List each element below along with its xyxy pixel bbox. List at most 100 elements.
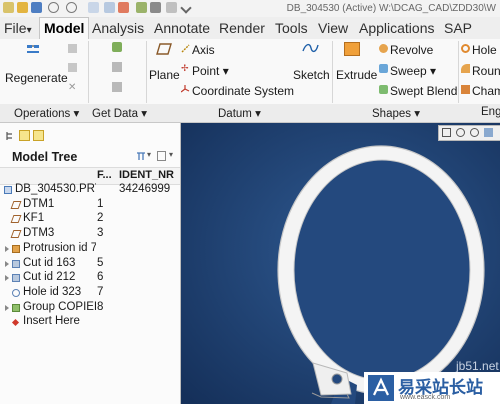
save-icon[interactable] bbox=[31, 2, 42, 13]
tab-annotate[interactable]: Annotate bbox=[154, 20, 210, 36]
regenerate-quick-icon[interactable] bbox=[88, 2, 99, 13]
coordinate-system-button[interactable]: Coordinate System bbox=[192, 84, 294, 98]
model-tree-tab-icon[interactable] bbox=[5, 131, 15, 141]
datum-plane-icon bbox=[10, 200, 22, 209]
tree-row[interactable]: Cut id 212 6 bbox=[0, 271, 180, 286]
chamfer-button[interactable]: Chamf bbox=[472, 84, 500, 98]
coordinate-system-icon[interactable] bbox=[180, 85, 190, 94]
import-icon[interactable] bbox=[112, 62, 122, 72]
new-file-icon[interactable] bbox=[3, 2, 14, 13]
tree-row[interactable]: Hole id 323 7 bbox=[0, 286, 180, 301]
swept-blend-icon[interactable] bbox=[379, 85, 388, 94]
round-icon[interactable] bbox=[461, 64, 470, 73]
tab-analysis[interactable]: Analysis bbox=[92, 20, 144, 36]
revolve-button[interactable]: Revolve bbox=[390, 43, 433, 57]
customize-chevron-icon[interactable] bbox=[180, 2, 192, 14]
round-button[interactable]: Round bbox=[472, 64, 500, 78]
regenerate-icon[interactable] bbox=[25, 42, 41, 56]
plane-icon[interactable] bbox=[156, 42, 172, 56]
tree-row[interactable]: Group COPIED 8 bbox=[0, 301, 180, 316]
get-data-group-label[interactable]: Get Data ▾ bbox=[92, 106, 147, 120]
redo-icon[interactable] bbox=[66, 2, 77, 13]
folder-browser-tab-icon[interactable] bbox=[19, 130, 30, 141]
datum-group-label[interactable]: Datum ▾ bbox=[218, 106, 261, 120]
zoom-in-icon[interactable] bbox=[456, 128, 465, 137]
tree-row-feature-number: 5 bbox=[97, 256, 104, 269]
sweep-icon[interactable] bbox=[379, 64, 388, 73]
ribbon-tab-bar: File▾ Model Analysis Annotate Render Too… bbox=[0, 17, 500, 40]
tree-row[interactable]: Protrusion id 74 bbox=[0, 242, 180, 257]
swept-blend-button[interactable]: Swept Blend bbox=[390, 84, 457, 98]
hole-icon bbox=[12, 288, 20, 297]
point-button[interactable]: Point ▾ bbox=[192, 64, 229, 78]
show-menu-chevron-icon[interactable]: ▾ bbox=[169, 150, 173, 159]
tab-applications[interactable]: Applications bbox=[359, 20, 435, 36]
expand-arrow-icon[interactable] bbox=[5, 304, 9, 311]
user-defined-feature-icon[interactable] bbox=[112, 82, 122, 92]
tree-row[interactable]: KF1 2 bbox=[0, 212, 180, 227]
operations-tool-icon[interactable] bbox=[68, 44, 77, 53]
column-header-ident-nr[interactable]: IDENT_NR bbox=[119, 169, 174, 181]
tree-row[interactable]: Insert Here bbox=[0, 315, 180, 330]
cut-icon bbox=[12, 259, 20, 268]
open-folder-icon[interactable] bbox=[17, 2, 28, 13]
shapes-group-label[interactable]: Shapes ▾ bbox=[372, 106, 420, 120]
tree-row[interactable]: DTM1 1 bbox=[0, 198, 180, 213]
tree-row[interactable]: Cut id 163 5 bbox=[0, 257, 180, 272]
tab-model[interactable]: Model bbox=[39, 17, 90, 39]
graphics-window[interactable] bbox=[181, 123, 500, 404]
hole-icon[interactable] bbox=[461, 44, 470, 53]
axis-icon[interactable] bbox=[181, 44, 190, 53]
sweep-button[interactable]: Sweep ▾ bbox=[390, 64, 436, 78]
tree-row-label: KF1 bbox=[23, 212, 45, 225]
plane-button[interactable]: Plane bbox=[149, 68, 180, 82]
expand-arrow-icon[interactable] bbox=[5, 260, 9, 267]
quick-tool-icon[interactable] bbox=[136, 2, 147, 13]
sketch-icon[interactable] bbox=[302, 42, 319, 54]
tree-row[interactable]: DTM3 3 bbox=[0, 227, 180, 242]
tree-settings-chevron-icon[interactable]: ▾ bbox=[147, 150, 151, 159]
axis-button[interactable]: Axis bbox=[192, 43, 215, 57]
ribbon-panel: Regenerate ✕ Plane Axis ✢ Point ▾ Coordi… bbox=[0, 39, 500, 105]
delete-icon[interactable]: ✕ bbox=[68, 83, 79, 93]
tab-render[interactable]: Render bbox=[219, 20, 265, 36]
operations-group-label[interactable]: Operations ▾ bbox=[14, 106, 79, 120]
quick-tool-2-icon[interactable] bbox=[150, 2, 161, 13]
favorites-tab-icon[interactable] bbox=[33, 130, 44, 141]
tree-row-label: Protrusion id 74 bbox=[23, 241, 96, 254]
zoom-out-icon[interactable] bbox=[470, 128, 479, 137]
group-separator bbox=[332, 41, 333, 103]
hole-button[interactable]: Hole bbox=[472, 43, 497, 57]
refit-icon[interactable] bbox=[442, 128, 451, 137]
quick-tool-3-icon[interactable] bbox=[166, 2, 177, 13]
tab-view[interactable]: View bbox=[318, 20, 348, 36]
tree-row[interactable]: DB_304530.PRT 34246999 bbox=[0, 183, 180, 198]
regenerate-button[interactable]: Regenerate bbox=[5, 71, 68, 85]
expand-arrow-icon[interactable] bbox=[5, 245, 9, 252]
sketch-button[interactable]: Sketch bbox=[293, 68, 330, 82]
windows-icon[interactable] bbox=[104, 2, 115, 13]
group-separator bbox=[458, 41, 459, 103]
undo-icon[interactable] bbox=[48, 2, 59, 13]
copy-icon[interactable] bbox=[68, 63, 77, 72]
revolve-icon[interactable] bbox=[379, 44, 388, 53]
chamfer-icon[interactable] bbox=[461, 85, 470, 94]
cut-icon bbox=[12, 274, 20, 283]
extrude-button[interactable]: Extrude bbox=[336, 68, 377, 82]
model-tree-list: DB_304530.PRT 34246999 DTM1 1 KF1 2 DTM3 3 Protr… bbox=[0, 183, 180, 333]
engineering-group-label[interactable]: Eng bbox=[481, 106, 500, 118]
model-tree-header: Model Tree ▾ ▾ bbox=[0, 148, 180, 166]
expand-arrow-icon[interactable] bbox=[5, 275, 9, 282]
point-icon[interactable]: ✢ bbox=[181, 64, 190, 73]
extrude-icon[interactable] bbox=[344, 42, 360, 56]
get-data-icon[interactable] bbox=[112, 42, 122, 52]
close-window-icon[interactable] bbox=[118, 2, 129, 13]
repaint-icon[interactable] bbox=[484, 128, 493, 137]
tab-file[interactable]: File▾ bbox=[4, 20, 32, 36]
tree-settings-icon[interactable] bbox=[136, 151, 146, 161]
insert-here-icon bbox=[11, 319, 20, 327]
tab-sap[interactable]: SAP bbox=[444, 20, 472, 36]
tab-tools[interactable]: Tools bbox=[275, 20, 308, 36]
column-header-feature[interactable]: F... bbox=[97, 169, 112, 181]
show-menu-icon[interactable] bbox=[157, 151, 166, 161]
